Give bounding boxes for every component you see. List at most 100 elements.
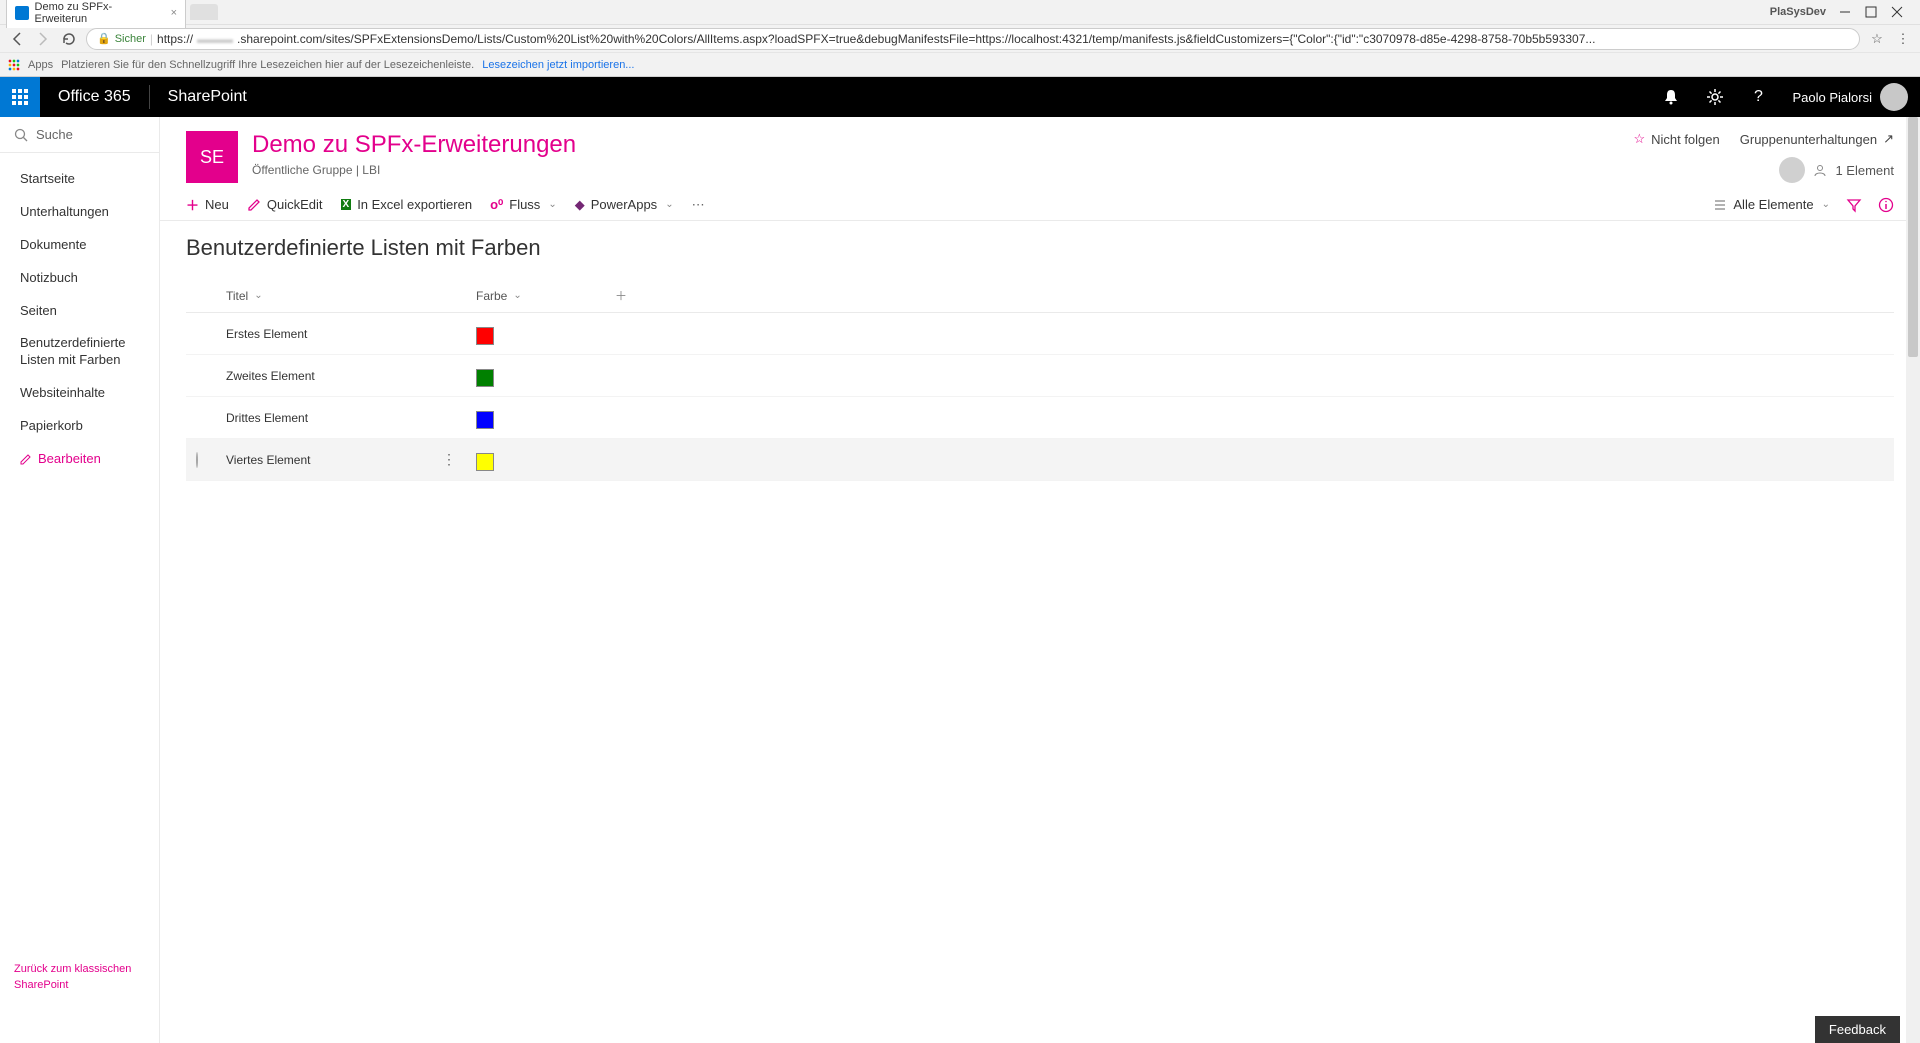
apps-icon[interactable] [8, 59, 20, 71]
notifications-icon[interactable] [1649, 77, 1693, 117]
row-title: Zweites Element [226, 369, 315, 383]
url-field[interactable]: 🔒 Sicher | https:// ▬▬▬ .sharepoint.com/… [86, 28, 1860, 50]
classic-link[interactable]: Zurück zum klassischen SharePoint [0, 950, 159, 1043]
col-color-label: Farbe [476, 289, 507, 303]
nav-item-site-contents[interactable]: Websiteinhalte [0, 377, 159, 410]
window-controls: PlaSysDev [1770, 5, 1914, 19]
cmd-more[interactable]: ⋯ [692, 197, 707, 213]
cmd-quickedit-label: QuickEdit [267, 197, 323, 212]
cmd-powerapps-label: PowerApps [591, 197, 657, 212]
view-selector[interactable]: Alle Elemente ⌄ [1713, 197, 1830, 212]
filter-icon[interactable] [1846, 197, 1862, 213]
site-title[interactable]: Demo zu SPFx-Erweiterungen [252, 131, 576, 159]
color-swatch [476, 369, 494, 387]
bookmark-star-icon[interactable]: ☆ [1868, 30, 1886, 48]
chevron-down-icon: ⌄ [513, 290, 521, 301]
cmd-new-label: Neu [205, 197, 229, 212]
cmd-flow-label: Fluss [509, 197, 540, 212]
nav-item-recycle[interactable]: Papierkorb [0, 410, 159, 443]
cmd-excel[interactable]: X In Excel exportieren [341, 197, 473, 212]
chevron-down-icon: ⌄ [1822, 199, 1830, 210]
close-icon[interactable]: × [171, 7, 177, 19]
row-more-icon[interactable]: ⋮ [442, 451, 456, 468]
forward-icon[interactable] [34, 30, 52, 48]
color-swatch [476, 411, 494, 429]
waffle-icon [12, 89, 28, 105]
info-icon[interactable] [1878, 197, 1894, 213]
help-icon[interactable]: ? [1737, 77, 1781, 117]
row-title-cell[interactable]: Erstes Element⋮ [226, 325, 476, 342]
settings-icon[interactable] [1693, 77, 1737, 117]
cmd-quickedit[interactable]: QuickEdit [247, 197, 323, 212]
list-icon [1713, 198, 1727, 212]
user-menu[interactable]: Paolo Pialorsi [1781, 83, 1920, 111]
row-title-cell[interactable]: Zweites Element⋮ [226, 367, 476, 384]
app-launcher[interactable] [0, 77, 40, 117]
chevron-down-icon: ⌄ [665, 199, 673, 210]
list-row[interactable]: Erstes Element⋮ [186, 313, 1894, 355]
powerapps-icon: ◆ [575, 197, 585, 213]
row-title: Viertes Element [226, 453, 311, 467]
chevron-down-icon: ⌄ [254, 290, 262, 301]
browser-menu-icon[interactable]: ⋮ [1894, 30, 1912, 48]
user-avatar [1880, 83, 1908, 111]
close-window-icon[interactable] [1890, 5, 1904, 19]
list-area: Benutzerdefinierte Listen mit Farben Tit… [160, 221, 1920, 495]
not-following-button[interactable]: ☆ Nicht folgen [1633, 131, 1719, 147]
list-row[interactable]: Zweites Element⋮ [186, 355, 1894, 397]
o365-brand[interactable]: Office 365 [40, 88, 149, 106]
add-column-button[interactable]: ＋ [606, 287, 636, 304]
reload-icon[interactable] [60, 30, 78, 48]
feedback-button[interactable]: Feedback [1815, 1016, 1900, 1043]
members-summary[interactable]: 1 Element [1779, 157, 1894, 183]
search-label: Suche [36, 127, 73, 142]
col-color-header[interactable]: Farbe ⌄ [476, 289, 606, 303]
group-conversations-link[interactable]: Gruppenunterhaltungen ↗ [1740, 131, 1894, 147]
select-circle-icon[interactable] [196, 452, 198, 468]
search-box[interactable]: Suche [0, 117, 159, 153]
cmd-new[interactable]: ＋ Neu [186, 195, 229, 214]
col-title-header[interactable]: Titel ⌄ [226, 289, 476, 303]
scrollbar[interactable] [1906, 117, 1920, 1043]
browser-addressbar: 🔒 Sicher | https:// ▬▬▬ .sharepoint.com/… [0, 24, 1920, 52]
minimize-icon[interactable] [1838, 5, 1852, 19]
app-brand[interactable]: SharePoint [150, 88, 265, 106]
user-name: Paolo Pialorsi [1793, 90, 1873, 105]
url-blurred-host: ▬▬▬ [197, 32, 233, 46]
back-icon[interactable] [8, 30, 26, 48]
nav-item-documents[interactable]: Dokumente [0, 229, 159, 262]
list-row[interactable]: Viertes Element ⋮ [186, 439, 1894, 481]
nav-item-custom-list[interactable]: Benutzerdefinierte Listen mit Farben [0, 327, 159, 377]
nav-item-pages[interactable]: Seiten [0, 295, 159, 328]
cmd-flow[interactable]: o⁰ Fluss ⌄ [490, 197, 557, 213]
row-title-cell[interactable]: Drittes Element⋮ [226, 409, 476, 426]
page-body: Suche Startseite Unterhaltungen Dokument… [0, 117, 1920, 1043]
scroll-thumb[interactable] [1908, 117, 1918, 357]
group-conv-label: Gruppenunterhaltungen [1740, 132, 1877, 147]
maximize-icon[interactable] [1864, 5, 1878, 19]
cmd-powerapps[interactable]: ◆ PowerApps ⌄ [575, 197, 674, 213]
row-color-cell [476, 449, 606, 471]
view-label: Alle Elemente [1733, 197, 1813, 212]
site-subtitle: Öffentliche Gruppe | LBI [252, 163, 576, 177]
cmd-excel-label: In Excel exportieren [357, 197, 472, 212]
import-bookmarks-link[interactable]: Lesezeichen jetzt importieren... [482, 59, 634, 71]
row-selector[interactable] [196, 453, 226, 467]
browser-tab[interactable]: Demo zu SPFx-Erweiterun × [6, 0, 186, 28]
main-area: SE Demo zu SPFx-Erweiterungen Öffentlich… [160, 117, 1920, 1043]
nav-item-home[interactable]: Startseite [0, 163, 159, 196]
pencil-icon [247, 198, 261, 212]
search-icon [14, 128, 28, 142]
row-title-cell[interactable]: Viertes Element ⋮ [226, 451, 476, 468]
row-title: Drittes Element [226, 411, 308, 425]
apps-label[interactable]: Apps [28, 59, 53, 71]
nav-item-notebook[interactable]: Notizbuch [0, 262, 159, 295]
nav-item-conversations[interactable]: Unterhaltungen [0, 196, 159, 229]
row-color-cell [476, 407, 606, 429]
chevron-down-icon: ⌄ [548, 199, 556, 210]
new-tab-button[interactable] [190, 4, 218, 20]
nav-edit-link[interactable]: Bearbeiten [0, 443, 159, 476]
list-row[interactable]: Drittes Element⋮ [186, 397, 1894, 439]
url-path: .sharepoint.com/sites/SPFxExtensionsDemo… [237, 32, 1595, 46]
member-avatar [1779, 157, 1805, 183]
